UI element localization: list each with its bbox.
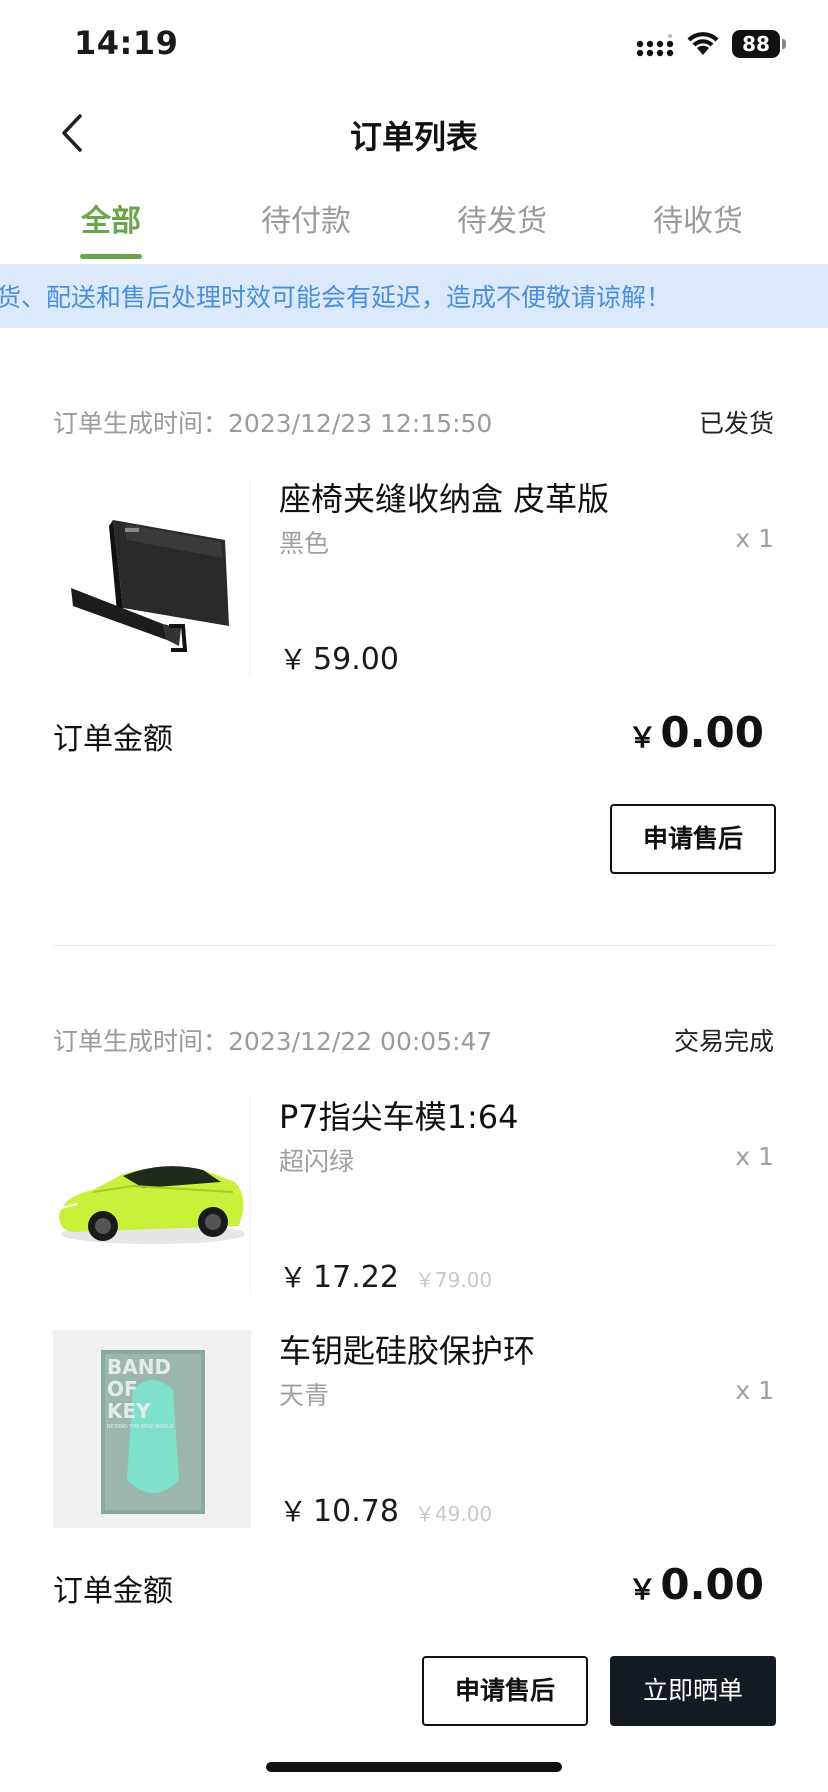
item-quantity: x 1 xyxy=(735,1376,774,1405)
currency-symbol: ￥ xyxy=(279,1495,308,1528)
status-bar: 14:19 88 xyxy=(0,0,828,90)
created-value: 2023/12/23 12:15:50 xyxy=(228,409,493,438)
order-total-amount: ￥0.00 xyxy=(628,1560,764,1609)
svg-text:KEY: KEY xyxy=(107,1399,151,1423)
active-tab-indicator xyxy=(80,254,142,259)
show-order-button[interactable]: 立即晒单 xyxy=(610,1656,776,1726)
price-value: 59.00 xyxy=(313,642,399,677)
svg-text:BEYOND THE NEW WORLD: BEYOND THE NEW WORLD xyxy=(107,1424,174,1430)
price-value: 17.22 xyxy=(313,1260,399,1295)
svg-text:OF: OF xyxy=(107,1377,138,1401)
after-sales-button[interactable]: 申请售后 xyxy=(610,804,776,874)
organizer-image xyxy=(53,478,251,676)
total-value: 0.00 xyxy=(660,708,764,757)
item-variant: 天青 xyxy=(279,1381,330,1410)
item-price: ￥ 59.00 xyxy=(279,638,399,678)
order-status: 已发货 xyxy=(698,409,774,438)
item-name[interactable]: 车钥匙硅胶保护环 xyxy=(279,1326,535,1372)
original-price: ￥49.00 xyxy=(414,1502,493,1526)
after-sales-button[interactable]: 申请售后 xyxy=(422,1656,588,1726)
total-value: 0.00 xyxy=(660,1560,764,1609)
navigation-bar: 订单列表 xyxy=(0,100,828,170)
order-status: 交易完成 xyxy=(673,1027,774,1056)
tab-pending-shipment[interactable]: 待发货 xyxy=(422,196,582,240)
order-total-label: 订单金额 xyxy=(53,722,173,757)
order-created-time: 订单生成时间：2023/12/22 00:05:47 xyxy=(53,1022,492,1058)
battery-icon: 88 xyxy=(732,30,786,58)
notice-banner: 货、配送和售后处理时效可能会有延迟，造成不便敬请谅解！ xyxy=(0,264,828,328)
currency-symbol: ￥ xyxy=(279,1261,308,1294)
currency-symbol: ￥ xyxy=(628,1573,657,1606)
product-image-key-ring[interactable]: BAND OF KEY BEYOND THE NEW WORLD xyxy=(53,1330,251,1528)
item-name[interactable]: P7指尖车模1:64 xyxy=(279,1092,519,1138)
created-label: 订单生成时间： xyxy=(53,409,229,438)
currency-symbol: ￥ xyxy=(628,721,657,754)
tab-pending-receipt[interactable]: 待收货 xyxy=(618,196,778,240)
order-total-label: 订单金额 xyxy=(53,1574,173,1609)
order-divider xyxy=(53,945,775,946)
order-tabs: 全部 待付款 待发货 待收货 xyxy=(0,190,828,262)
battery-level: 88 xyxy=(732,30,780,58)
item-quantity: x 1 xyxy=(735,1142,774,1171)
notice-text: 货、配送和售后处理时效可能会有延迟，造成不便敬请谅解！ xyxy=(0,283,672,312)
item-price: ￥ 10.78 ￥49.00 xyxy=(279,1490,492,1530)
currency-symbol: ￥ xyxy=(279,643,308,676)
cellular-signal-icon xyxy=(636,34,674,57)
key-ring-package-image: BAND OF KEY BEYOND THE NEW WORLD xyxy=(53,1330,251,1528)
status-time: 14:19 xyxy=(74,24,179,62)
tab-pending-payment[interactable]: 待付款 xyxy=(226,196,386,240)
item-quantity: x 1 xyxy=(735,524,774,553)
item-variant: 超闪绿 xyxy=(279,1147,355,1176)
product-image-car-model[interactable] xyxy=(53,1096,251,1294)
home-indicator[interactable] xyxy=(266,1762,562,1772)
product-image-organizer[interactable] xyxy=(53,478,251,676)
wifi-icon xyxy=(687,32,719,55)
order-created-time: 订单生成时间：2023/12/23 12:15:50 xyxy=(53,404,492,440)
item-name[interactable]: 座椅夹缝收纳盒 皮革版 xyxy=(279,474,609,520)
item-variant: 黑色 xyxy=(279,529,330,558)
item-price: ￥ 17.22 ￥79.00 xyxy=(279,1256,492,1296)
svg-text:BAND: BAND xyxy=(107,1355,171,1379)
original-price: ￥79.00 xyxy=(414,1268,493,1292)
car-model-image xyxy=(53,1096,251,1294)
created-label: 订单生成时间： xyxy=(53,1027,229,1056)
page-title: 订单列表 xyxy=(349,118,478,156)
price-value: 10.78 xyxy=(313,1494,399,1529)
created-value: 2023/12/22 00:05:47 xyxy=(228,1027,493,1056)
tab-all[interactable]: 全部 xyxy=(31,196,191,240)
order-total-amount: ￥0.00 xyxy=(628,708,764,757)
